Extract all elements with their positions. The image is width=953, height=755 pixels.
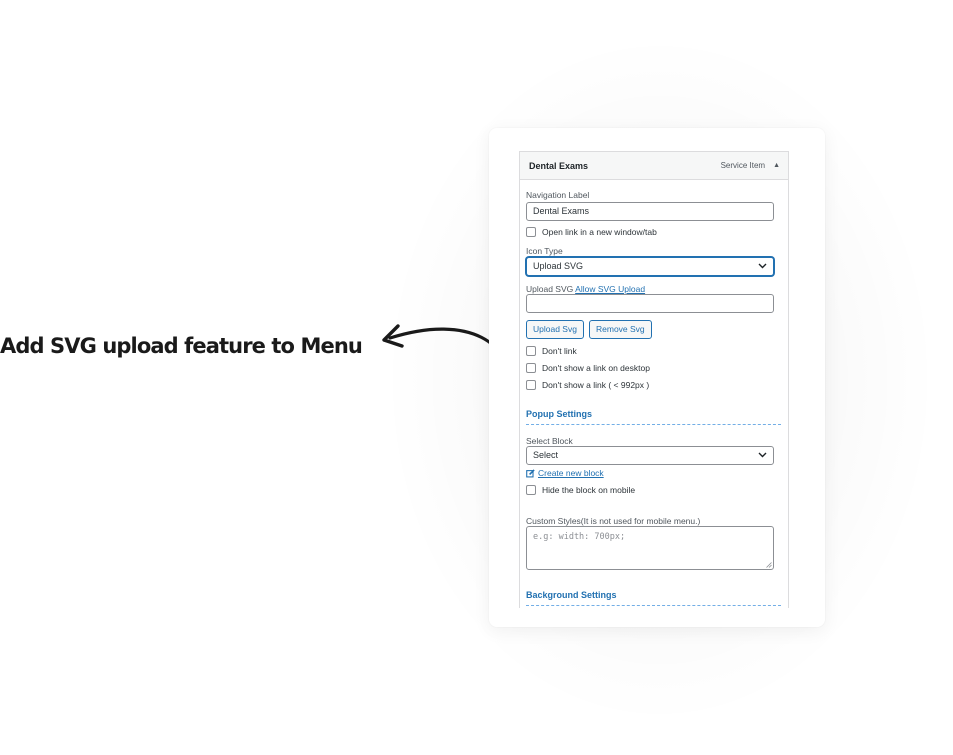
chevron-down-icon — [758, 263, 767, 269]
dont-show-desktop-checkbox[interactable] — [526, 363, 536, 373]
feature-caption: Add SVG upload feature to Menu — [0, 334, 363, 358]
icon-type-value: Upload SVG — [533, 261, 584, 271]
dont-show-small-checkbox[interactable] — [526, 380, 536, 390]
settings-card: Dental Exams Service Item ▲ Navigation L… — [489, 128, 825, 627]
upload-svg-label: Upload SVG — [526, 284, 574, 294]
custom-styles-label: Custom Styles(It is not used for mobile … — [526, 516, 701, 526]
menu-item-type: Service Item — [720, 161, 766, 170]
dont-link-label: Don't link — [542, 346, 577, 356]
select-block-value: Select — [533, 450, 559, 460]
create-block-row[interactable]: Create new block — [526, 468, 604, 478]
custom-styles-textarea[interactable]: e.g: width: 700px; — [526, 526, 774, 570]
resize-grip-icon[interactable] — [766, 562, 772, 568]
select-block-select[interactable]: Select — [526, 446, 774, 465]
menu-item-panel: Dental Exams Service Item ▲ Navigation L… — [519, 151, 789, 608]
chevron-down-icon — [758, 452, 767, 458]
dont-show-small-option[interactable]: Don't show a link ( < 992px ) — [526, 380, 649, 390]
dont-show-small-label: Don't show a link ( < 992px ) — [542, 380, 650, 390]
open-new-tab-label: Open link in a new window/tab — [542, 227, 657, 237]
hide-mobile-option[interactable]: Hide the block on mobile — [526, 485, 635, 495]
icon-type-select[interactable]: Upload SVG — [526, 257, 774, 276]
hide-mobile-label: Hide the block on mobile — [542, 485, 636, 495]
open-new-tab-checkbox[interactable] — [526, 227, 536, 237]
navigation-label-input[interactable]: Dental Exams — [526, 202, 774, 221]
dont-link-checkbox[interactable] — [526, 346, 536, 356]
hide-mobile-checkbox[interactable] — [526, 485, 536, 495]
dont-link-option[interactable]: Don't link — [526, 346, 577, 356]
dont-show-desktop-option[interactable]: Don't show a link on desktop — [526, 363, 650, 373]
select-block-label: Select Block — [526, 436, 573, 446]
menu-item-header[interactable]: Dental Exams Service Item ▲ — [520, 152, 788, 180]
upload-svg-label-row: Upload SVG Allow SVG Upload — [526, 284, 645, 294]
background-settings-heading: Background Settings — [526, 590, 781, 606]
upload-svg-button[interactable]: Upload Svg — [526, 320, 584, 339]
open-new-tab-option[interactable]: Open link in a new window/tab — [526, 227, 657, 237]
dont-show-desktop-label: Don't show a link on desktop — [542, 363, 650, 373]
remove-svg-button[interactable]: Remove Svg — [589, 320, 652, 339]
upload-svg-input[interactable] — [526, 294, 774, 313]
edit-icon — [526, 468, 535, 477]
create-new-block-link[interactable]: Create new block — [538, 468, 604, 478]
custom-styles-placeholder: e.g: width: 700px; — [533, 532, 626, 542]
popup-settings-heading: Popup Settings — [526, 409, 781, 425]
allow-svg-upload-link[interactable]: Allow SVG Upload — [575, 284, 645, 294]
menu-item-title: Dental Exams — [529, 160, 589, 171]
icon-type-label: Icon Type — [526, 246, 563, 256]
collapse-arrow-icon[interactable]: ▲ — [773, 162, 780, 169]
navigation-label-label: Navigation Label — [526, 190, 590, 200]
